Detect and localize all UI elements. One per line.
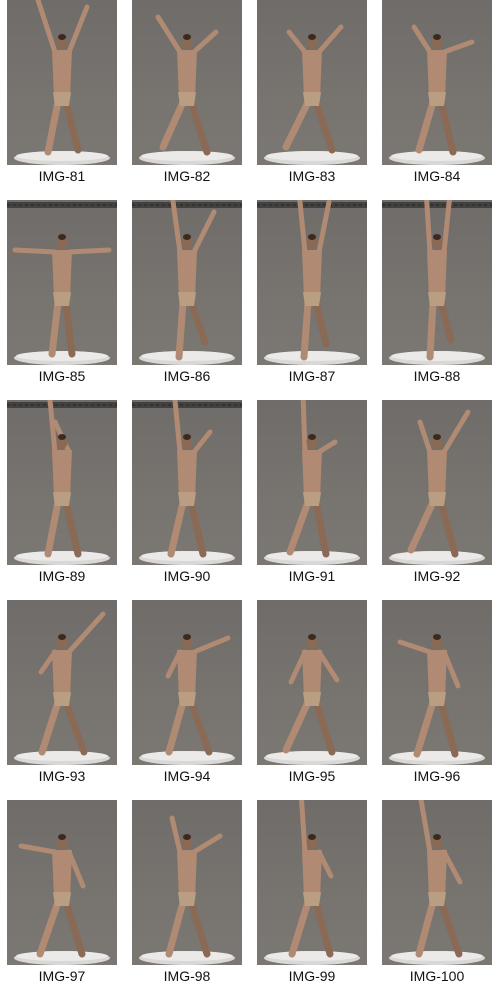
image-caption: IMG-91	[288, 568, 336, 584]
gallery-item[interactable]: IMG-86	[132, 200, 242, 392]
image-caption: IMG-95	[288, 768, 336, 784]
photo-gallery: IMG-81 IMG-82 IMG-83 IMG-84 IMG-85 IMG-8…	[0, 0, 500, 1000]
pose-photo-thumbnail[interactable]	[257, 0, 367, 165]
gallery-item[interactable]: IMG-83	[257, 0, 367, 192]
image-caption: IMG-99	[288, 968, 336, 984]
image-caption: IMG-89	[38, 568, 86, 584]
gallery-item[interactable]: IMG-84	[382, 0, 492, 192]
gallery-item[interactable]: IMG-92	[382, 400, 492, 592]
pose-photo-thumbnail[interactable]	[132, 800, 242, 965]
pose-photo-thumbnail[interactable]	[382, 800, 492, 965]
pose-photo-thumbnail[interactable]	[382, 400, 492, 565]
image-caption: IMG-84	[413, 168, 461, 184]
pose-photo-thumbnail[interactable]	[257, 200, 367, 365]
gallery-item[interactable]: IMG-82	[132, 0, 242, 192]
gallery-item[interactable]: IMG-94	[132, 600, 242, 792]
pose-photo-thumbnail[interactable]	[257, 400, 367, 565]
image-caption: IMG-93	[38, 768, 86, 784]
gallery-item[interactable]: IMG-97	[7, 800, 117, 992]
pose-photo-thumbnail[interactable]	[7, 600, 117, 765]
pose-photo-thumbnail[interactable]	[7, 200, 117, 365]
pose-photo-thumbnail[interactable]	[382, 0, 492, 165]
image-caption: IMG-97	[38, 968, 86, 984]
pose-photo-thumbnail[interactable]	[257, 600, 367, 765]
pose-photo-thumbnail[interactable]	[132, 400, 242, 565]
gallery-item[interactable]: IMG-88	[382, 200, 492, 392]
pose-photo-thumbnail[interactable]	[7, 400, 117, 565]
image-caption: IMG-83	[288, 168, 336, 184]
gallery-item[interactable]: IMG-87	[257, 200, 367, 392]
gallery-item[interactable]: IMG-90	[132, 400, 242, 592]
image-caption: IMG-98	[163, 968, 211, 984]
image-caption: IMG-81	[38, 168, 86, 184]
pose-photo-thumbnail[interactable]	[7, 0, 117, 165]
gallery-item[interactable]: IMG-100	[382, 800, 492, 992]
image-caption: IMG-87	[288, 368, 336, 384]
pose-photo-thumbnail[interactable]	[382, 600, 492, 765]
pose-photo-thumbnail[interactable]	[132, 200, 242, 365]
gallery-item[interactable]: IMG-95	[257, 600, 367, 792]
image-caption: IMG-86	[163, 368, 211, 384]
image-caption: IMG-85	[38, 368, 86, 384]
image-caption: IMG-90	[163, 568, 211, 584]
pose-photo-thumbnail[interactable]	[382, 200, 492, 365]
gallery-item[interactable]: IMG-81	[7, 0, 117, 192]
pose-photo-thumbnail[interactable]	[132, 0, 242, 165]
image-caption: IMG-92	[413, 568, 461, 584]
gallery-item[interactable]: IMG-99	[257, 800, 367, 992]
gallery-item[interactable]: IMG-89	[7, 400, 117, 592]
gallery-item[interactable]: IMG-91	[257, 400, 367, 592]
image-caption: IMG-94	[163, 768, 211, 784]
gallery-item[interactable]: IMG-96	[382, 600, 492, 792]
pose-photo-thumbnail[interactable]	[7, 800, 117, 965]
image-caption: IMG-82	[163, 168, 211, 184]
gallery-item[interactable]: IMG-85	[7, 200, 117, 392]
image-caption: IMG-96	[413, 768, 461, 784]
gallery-item[interactable]: IMG-93	[7, 600, 117, 792]
gallery-item[interactable]: IMG-98	[132, 800, 242, 992]
image-caption: IMG-88	[413, 368, 461, 384]
image-caption: IMG-100	[409, 968, 465, 984]
pose-photo-thumbnail[interactable]	[257, 800, 367, 965]
pose-photo-thumbnail[interactable]	[132, 600, 242, 765]
